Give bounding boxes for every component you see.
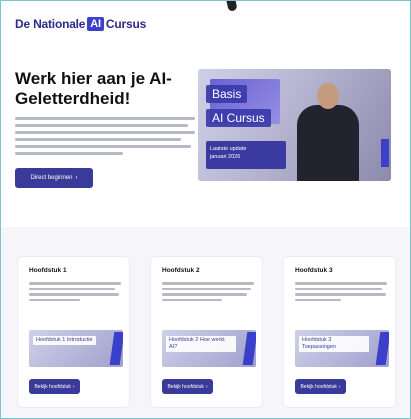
- chapters-section: Hoofdstuk 1 Hoofdstuk 1 Introductie Beki…: [1, 227, 410, 418]
- presenter-head: [317, 83, 339, 109]
- chapter-thumbnail[interactable]: Hoofdstuk 2 Hoe werkt AI?: [162, 330, 256, 367]
- view-chapter-label: Bekijk hoofdstuk: [167, 383, 204, 390]
- view-chapter-label: Bekijk hoofdstuk: [300, 383, 337, 390]
- chapter-title: Hoofdstuk 2: [162, 267, 200, 274]
- view-chapter-button[interactable]: Bekijk hoofdstuk ›: [295, 379, 346, 394]
- chapter-description: [295, 282, 387, 301]
- chevron-right-icon: ›: [338, 383, 341, 390]
- chapter-description: [29, 282, 121, 301]
- chevron-right-icon: ›: [75, 175, 78, 181]
- view-chapter-label: Bekijk hoofdstuk: [34, 383, 71, 390]
- update-date: januari 2026: [210, 154, 241, 160]
- chapter-card: Hoofdstuk 2 Hoofdstuk 2 Hoe werkt AI? Be…: [151, 257, 262, 407]
- update-badge: Laatste update januari 2026: [206, 141, 286, 169]
- chapter-thumb-label: Hoofdstuk 2 Hoe werkt AI?: [166, 336, 236, 352]
- start-button[interactable]: Direct beginnen ›: [15, 168, 93, 188]
- logo-prefix: De Nationale: [15, 17, 86, 31]
- view-chapter-button[interactable]: Bekijk hoofdstuk ›: [29, 379, 80, 394]
- page-frame: De Nationale AI Cursus Werk hier aan je …: [0, 0, 411, 419]
- logo-suffix: Cursus: [105, 17, 147, 31]
- logo-ai-badge: AI: [87, 17, 104, 31]
- chevron-right-icon: ›: [72, 383, 75, 390]
- chapter-card: Hoofdstuk 1 Hoofdstuk 1 Introductie Beki…: [18, 257, 129, 407]
- start-button-label: Direct beginnen: [30, 175, 73, 181]
- chapter-card: Hoofdstuk 3 Hoofdstuk 3 Toepassingen Bek…: [284, 257, 395, 407]
- view-chapter-button[interactable]: Bekijk hoofdstuk ›: [162, 379, 213, 394]
- chapter-title: Hoofdstuk 3: [295, 267, 333, 274]
- update-label: Laatste update: [210, 146, 247, 152]
- course-label-basis: Basis: [206, 85, 248, 103]
- hero-section: Werk hier aan je AI-Geletterdheid! Direc…: [1, 47, 410, 227]
- chapter-thumbnail[interactable]: Hoofdstuk 3 Toepassingen: [295, 330, 389, 367]
- chapter-title: Hoofdstuk 1: [29, 267, 67, 274]
- chapter-thumb-label: Hoofdstuk 3 Toepassingen: [299, 336, 369, 352]
- accent-bar: [381, 139, 389, 167]
- chapter-thumb-label: Hoofdstuk 1 Introductie: [33, 336, 96, 345]
- site-logo[interactable]: De Nationale AI Cursus: [15, 17, 146, 31]
- hero-title: Werk hier aan je AI-Geletterdheid!: [15, 69, 172, 108]
- presenter-figure: [297, 105, 359, 181]
- chapter-thumbnail[interactable]: Hoofdstuk 1 Introductie: [29, 330, 123, 367]
- course-label-cursus: AI Cursus: [206, 109, 271, 127]
- chapter-description: [162, 282, 254, 301]
- hero-description: [15, 117, 195, 155]
- chevron-right-icon: ›: [205, 383, 208, 390]
- hero-video-thumbnail[interactable]: Basis AI Cursus Laatste update januari 2…: [198, 69, 391, 181]
- navbar: De Nationale AI Cursus: [1, 1, 410, 47]
